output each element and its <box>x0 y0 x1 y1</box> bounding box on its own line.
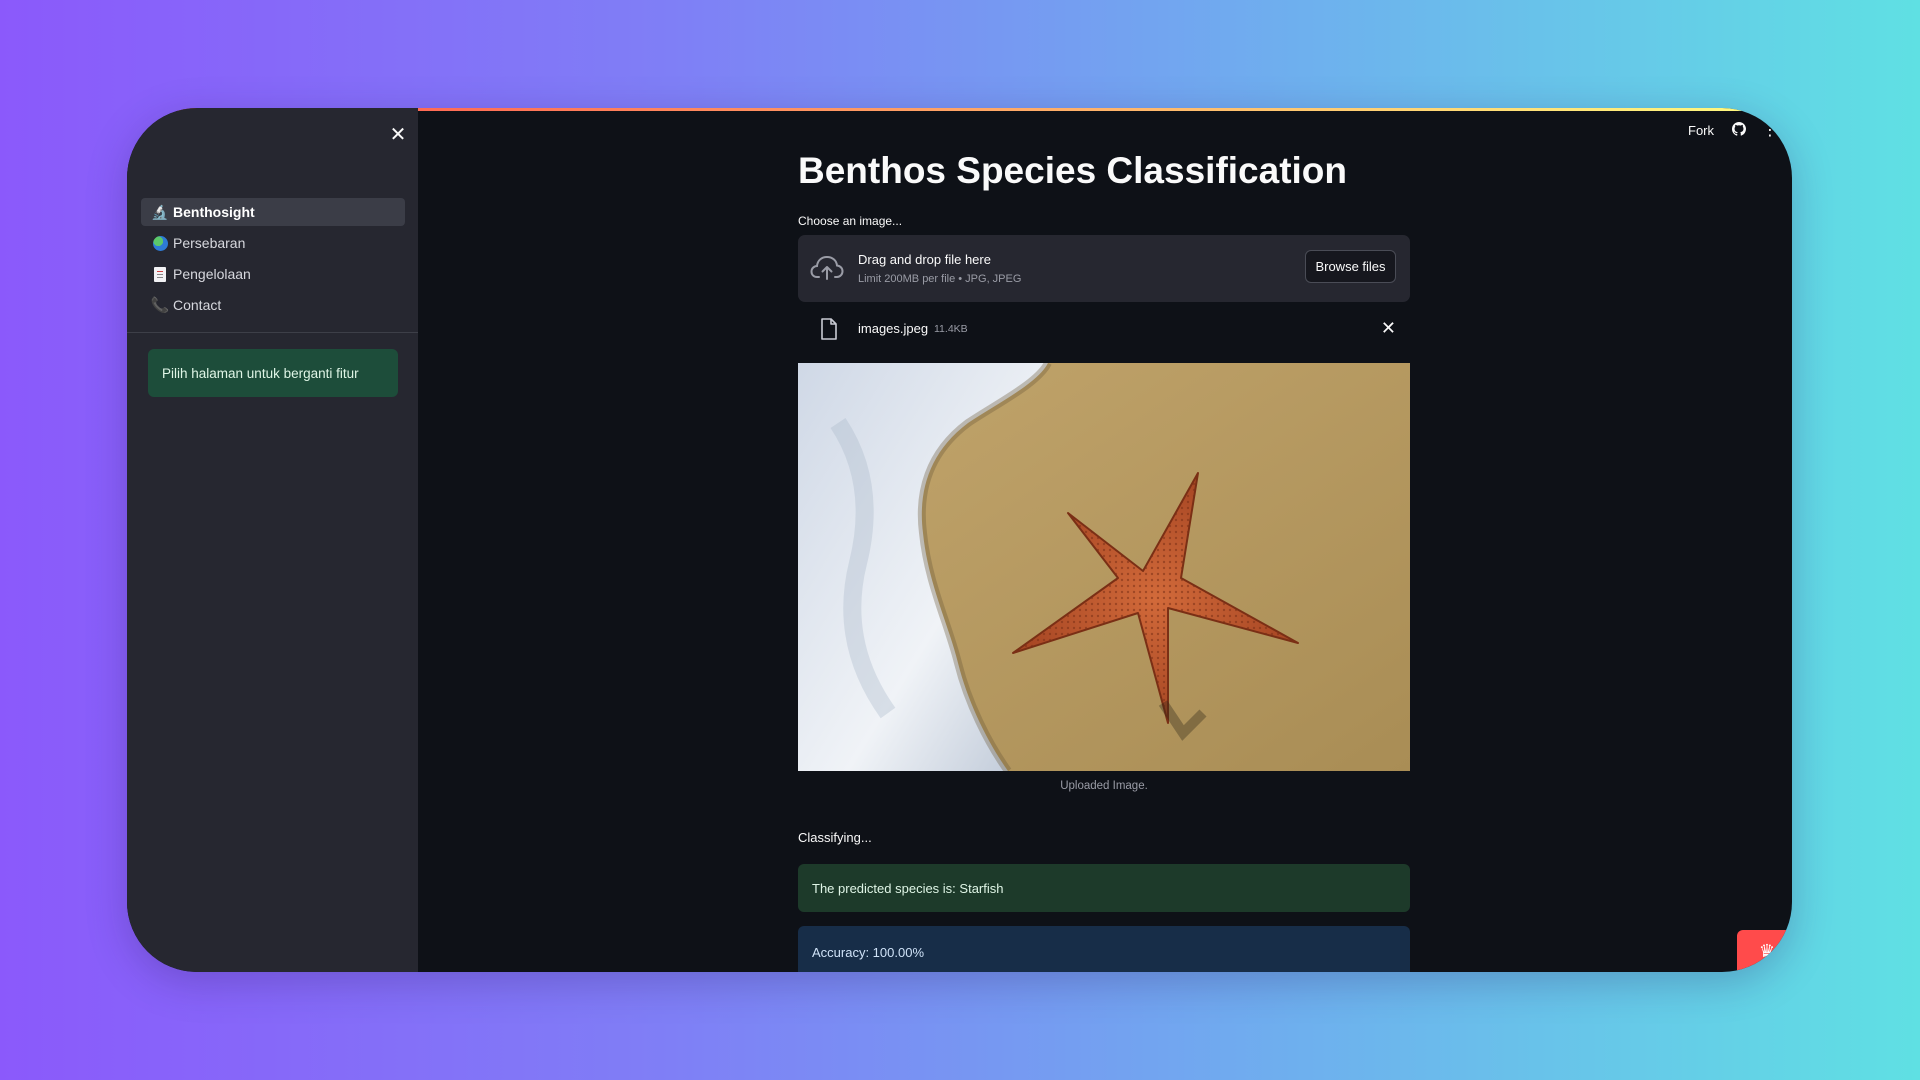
app-window: ✕ 🔬 Benthosight Persebaran Pengelolaan 📞… <box>127 108 1792 972</box>
accuracy-info-box: Accuracy: 100.00% <box>798 926 1410 972</box>
uploaded-file-row: images.jpeg 11.4KB ✕ <box>798 312 1410 346</box>
github-icon[interactable] <box>1732 122 1746 139</box>
file-name: images.jpeg <box>858 321 929 336</box>
sidebar-item-label: Persebaran <box>173 235 246 251</box>
sidebar-item-benthosight[interactable]: 🔬 Benthosight <box>141 198 405 226</box>
sidebar-item-label: Pengelolaan <box>173 266 251 282</box>
remove-file-icon[interactable]: ✕ <box>1381 318 1396 339</box>
file-icon <box>820 318 838 345</box>
document-icon <box>151 265 169 283</box>
globe-icon <box>151 234 169 252</box>
image-caption: Uploaded Image. <box>1060 780 1148 792</box>
more-options-icon[interactable]: ⋮ <box>1762 122 1778 138</box>
fork-button[interactable]: Fork <box>1688 123 1714 138</box>
streamlit-crown-icon[interactable]: ♛ <box>1737 930 1792 972</box>
sidebar: ✕ 🔬 Benthosight Persebaran Pengelolaan 📞… <box>127 108 418 972</box>
file-dropzone[interactable]: Drag and drop file here Limit 200MB per … <box>798 235 1410 302</box>
cloud-upload-icon <box>810 254 844 287</box>
microscope-icon: 🔬 <box>151 204 169 220</box>
dropzone-title: Drag and drop file here <box>858 252 991 267</box>
browse-files-button[interactable]: Browse files <box>1305 250 1396 283</box>
sidebar-item-label: Contact <box>173 297 222 313</box>
page-title: Benthos Species Classification <box>798 150 1348 191</box>
dropzone-subtitle: Limit 200MB per file • JPG, JPEG <box>858 273 1022 285</box>
sidebar-item-label: Benthosight <box>173 204 255 220</box>
sidebar-item-pengelolaan[interactable]: Pengelolaan <box>141 260 405 288</box>
sidebar-item-persebaran[interactable]: Persebaran <box>141 229 405 257</box>
sidebar-nav: 🔬 Benthosight Persebaran Pengelolaan 📞 C… <box>141 198 405 322</box>
phone-icon: 📞 <box>150 296 170 314</box>
close-sidebar-icon[interactable]: ✕ <box>387 124 409 146</box>
uploaded-image <box>798 363 1410 771</box>
status-text: Classifying... <box>798 830 872 845</box>
uploader-label: Choose an image... <box>798 214 903 228</box>
file-size: 11.4KB <box>934 323 968 335</box>
header-toolbar: Fork ⋮ <box>1688 122 1778 139</box>
sidebar-divider <box>127 332 418 333</box>
sidebar-item-contact[interactable]: 📞 Contact <box>141 291 405 319</box>
sidebar-info-message: Pilih halaman untuk berganti fitur <box>148 349 398 397</box>
prediction-success-box: The predicted species is: Starfish <box>798 864 1410 912</box>
